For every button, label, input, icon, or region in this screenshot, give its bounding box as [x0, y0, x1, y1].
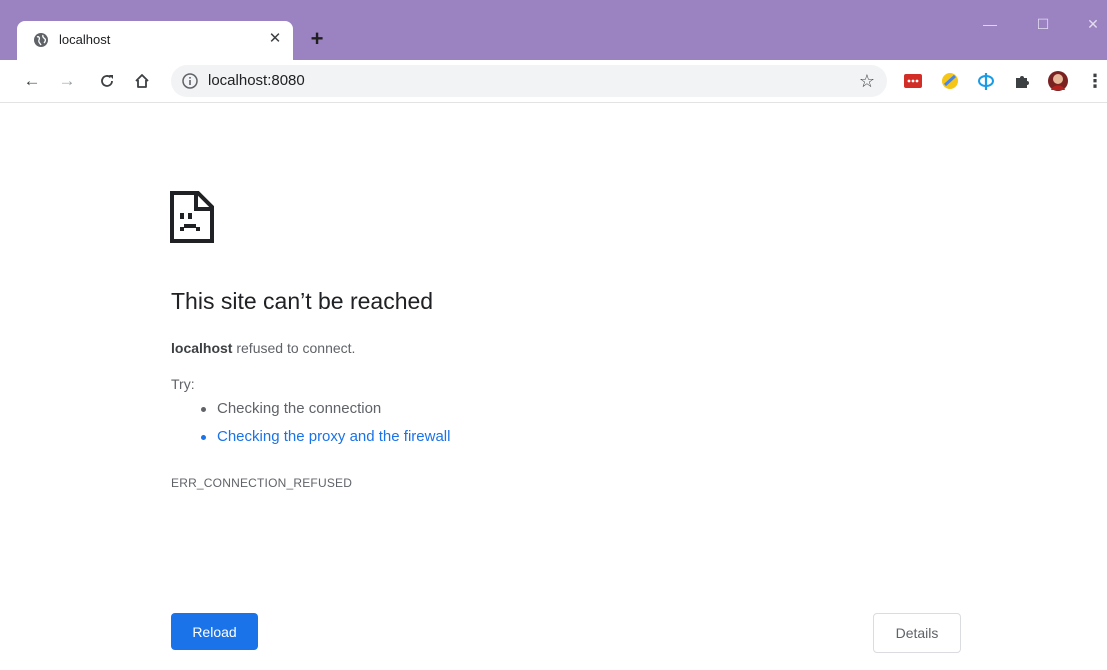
try-label: Try: [171, 376, 195, 392]
forward-button[interactable]: → [55, 69, 79, 93]
bookmark-star-icon[interactable]: ☆ [856, 70, 878, 92]
phi-extension-icon[interactable] [975, 70, 997, 92]
home-icon [135, 74, 149, 88]
puzzle-icon[interactable] [1012, 70, 1034, 92]
error-code: ERR_CONNECTION_REFUSED [171, 476, 353, 490]
info-icon[interactable] [181, 72, 199, 90]
tab-title: localhost [59, 32, 111, 47]
close-window-button[interactable]: ✕ [1083, 14, 1103, 34]
browser-window: localhost ✕ + — ☐ ✕ ← → localhost:8080 ☆… [0, 0, 1107, 670]
reload-icon-button[interactable] [95, 69, 119, 93]
globe-icon [34, 33, 48, 47]
reload-icon [101, 75, 113, 87]
error-page: This site can’t be reached localhost ref… [0, 103, 1107, 670]
tab-close-icon[interactable]: ✕ [265, 29, 285, 49]
sad-page-icon [170, 191, 214, 243]
url-text[interactable]: localhost:8080 [208, 72, 305, 90]
suggestion-check-connection: Checking the connection [171, 399, 450, 427]
tab-strip: localhost ✕ + — ☐ ✕ [0, 0, 1107, 60]
address-bar[interactable]: localhost:8080 ☆ [171, 65, 887, 97]
minimize-button[interactable]: — [980, 14, 1000, 34]
page-title: This site can’t be reached [171, 288, 434, 314]
maximize-button[interactable]: ☐ [1033, 14, 1053, 34]
browser-toolbar: ← → localhost:8080 ☆ ⋮ [0, 60, 1107, 103]
back-button[interactable]: ← [20, 69, 44, 93]
error-host: localhost [171, 340, 233, 356]
menu-kebab-icon[interactable]: ⋮ [1086, 70, 1104, 92]
home-button[interactable] [130, 69, 154, 93]
suggestion-list: Checking the connection Checking the pro… [171, 399, 450, 455]
reload-button[interactable]: Reload [171, 613, 258, 650]
details-button[interactable]: Details [873, 613, 961, 653]
profile-avatar[interactable] [1047, 70, 1069, 92]
tab-localhost[interactable]: localhost ✕ [17, 21, 293, 60]
yellow-extension-icon[interactable] [939, 70, 961, 92]
lastpass-icon[interactable] [902, 70, 924, 92]
suggestion-check-proxy-link[interactable]: Checking the proxy and the firewall [171, 427, 450, 455]
new-tab-button[interactable]: + [305, 27, 329, 51]
error-summary: localhost refused to connect. [171, 339, 355, 357]
error-message: refused to connect. [232, 340, 356, 356]
